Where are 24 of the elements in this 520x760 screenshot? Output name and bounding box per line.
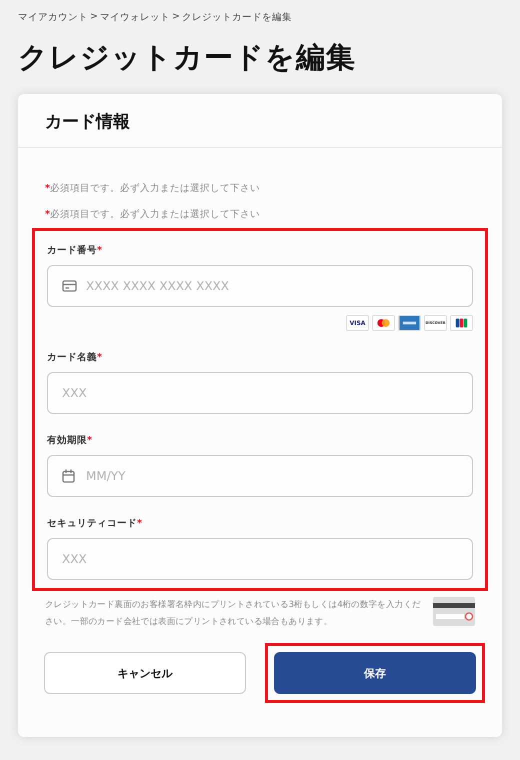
breadcrumb-link[interactable]: マイアカウント — [18, 11, 88, 24]
mastercard-logo — [372, 315, 395, 331]
field-label: 有効期限* — [47, 434, 92, 447]
input-field[interactable]: XXXX XXXX XXXX XXXX — [47, 265, 473, 307]
field-label: カード名義* — [47, 351, 102, 364]
card-title: カード情報 — [45, 111, 131, 133]
breadcrumb-separator: > — [90, 11, 98, 24]
cancel-button[interactable]: キャンセル — [44, 652, 246, 694]
help-text: クレジットカード裏面のお客様署名枠内にプリントされている3桁もしくは4桁の数字を入力ください。一部のカード会社では表面にプリントされている場合もあります。 — [45, 598, 421, 629]
credit-card-icon — [62, 280, 77, 292]
input-field[interactable]: MM/YY — [47, 455, 473, 497]
breadcrumb-separator: > — [172, 11, 180, 24]
breadcrumb-link[interactable]: クレジットカードを編集 — [182, 11, 292, 24]
input-field[interactable]: XXX — [47, 538, 473, 580]
required-note: *必須項目です。必ず入力または選択して下さい — [45, 208, 261, 221]
input-field[interactable]: XXX — [47, 372, 473, 414]
page-title: クレジットカードを編集 — [18, 39, 357, 76]
save-button[interactable]: 保存 — [274, 652, 476, 694]
field-label: カード番号* — [47, 244, 102, 257]
calendar-icon — [62, 469, 75, 483]
breadcrumb-link[interactable]: マイウォレット — [100, 11, 170, 24]
field-label: セキュリティコード* — [47, 517, 142, 530]
card-back-icon — [433, 597, 475, 626]
required-note: *必須項目です。必ず入力または選択して下さい — [45, 182, 261, 195]
